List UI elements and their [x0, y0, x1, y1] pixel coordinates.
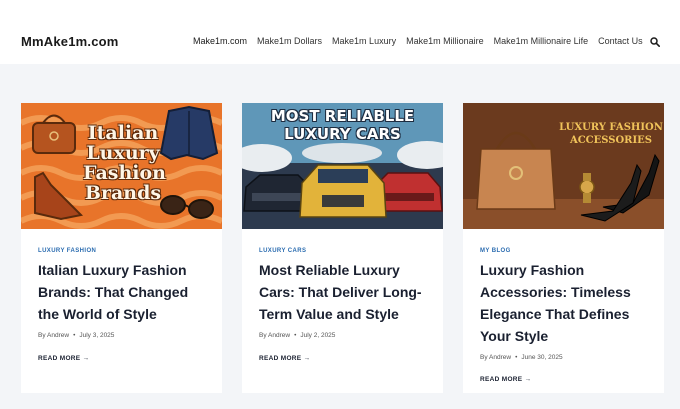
site-header: MmAke1m.com Make1m.com Make1m Dollars Ma…: [0, 0, 680, 64]
post-author[interactable]: By Andrew: [480, 354, 511, 361]
caption-line: Brands: [84, 182, 162, 204]
thumbnail-caption: LUXURY FASHION ACCESSORIES: [559, 121, 663, 147]
post-card-fashion-accessories[interactable]: LUXURY FASHION ACCESSORIES MY BLOG Luxur…: [463, 103, 664, 393]
main-nav: Make1m.com Make1m Dollars Make1m Luxury …: [193, 36, 653, 46]
post-category[interactable]: MY BLOG: [480, 248, 511, 254]
caption-line: LUXURY FASHION: [559, 122, 663, 133]
caption-line: LUXURY CARS: [284, 125, 401, 143]
post-date: June 30, 2025: [521, 354, 563, 361]
post-card-luxury-cars[interactable]: MOST RELIABLLE LUXURY CARS LUXURY CARS M…: [242, 103, 443, 393]
post-date: July 2, 2025: [300, 332, 336, 339]
meta-separator: •: [294, 332, 297, 339]
read-more-link[interactable]: READ MORE →: [259, 355, 310, 362]
read-more-link[interactable]: READ MORE →: [480, 376, 531, 383]
nav-item-make1m[interactable]: Make1m.com: [193, 36, 247, 46]
caption-line: Fashion: [83, 162, 166, 184]
thumbnail-caption: Italian Luxury Fashion Brands: [83, 122, 166, 204]
caption-line: Italian: [87, 122, 159, 144]
post-category[interactable]: LUXURY CARS: [259, 248, 306, 254]
post-card-italian-fashion[interactable]: Italian Luxury Fashion Brands LUXURY FAS…: [21, 103, 222, 393]
caption-line: Luxury: [86, 142, 160, 164]
post-thumbnail[interactable]: LUXURY FASHION ACCESSORIES: [463, 103, 664, 229]
post-title[interactable]: Italian Luxury Fashion Brands: That Chan…: [38, 259, 210, 325]
post-meta: By Andrew • June 30, 2025: [480, 354, 563, 361]
caption-line: MOST RELIABLLE: [270, 107, 415, 125]
post-title[interactable]: Luxury Fashion Accessories: Timeless Ele…: [480, 259, 652, 347]
post-author[interactable]: By Andrew: [259, 332, 290, 339]
search-icon[interactable]: [650, 37, 660, 47]
nav-item-dollars[interactable]: Make1m Dollars: [257, 36, 322, 46]
post-date: July 3, 2025: [79, 332, 115, 339]
site-logo[interactable]: MmAke1m.com: [21, 34, 119, 49]
nav-item-contact[interactable]: Contact Us: [598, 36, 643, 46]
post-category[interactable]: LUXURY FASHION: [38, 248, 96, 254]
nav-item-millionaire[interactable]: Make1m Millionaire: [406, 36, 484, 46]
nav-item-luxury[interactable]: Make1m Luxury: [332, 36, 396, 46]
nav-item-millionaire-life[interactable]: Make1m Millionaire Life: [494, 36, 589, 46]
post-thumbnail[interactable]: MOST RELIABLLE LUXURY CARS: [242, 103, 443, 229]
caption-line: ACCESSORIES: [569, 135, 653, 146]
read-more-link[interactable]: READ MORE →: [38, 355, 89, 362]
post-author[interactable]: By Andrew: [38, 332, 69, 339]
post-title[interactable]: Most Reliable Luxury Cars: That Deliver …: [259, 259, 431, 325]
post-meta: By Andrew • July 3, 2025: [38, 332, 114, 339]
post-meta: By Andrew • July 2, 2025: [259, 332, 335, 339]
meta-separator: •: [73, 332, 76, 339]
meta-separator: •: [515, 354, 518, 361]
post-thumbnail[interactable]: Italian Luxury Fashion Brands: [21, 103, 222, 229]
thumbnail-caption: MOST RELIABLLE LUXURY CARS: [248, 107, 437, 143]
